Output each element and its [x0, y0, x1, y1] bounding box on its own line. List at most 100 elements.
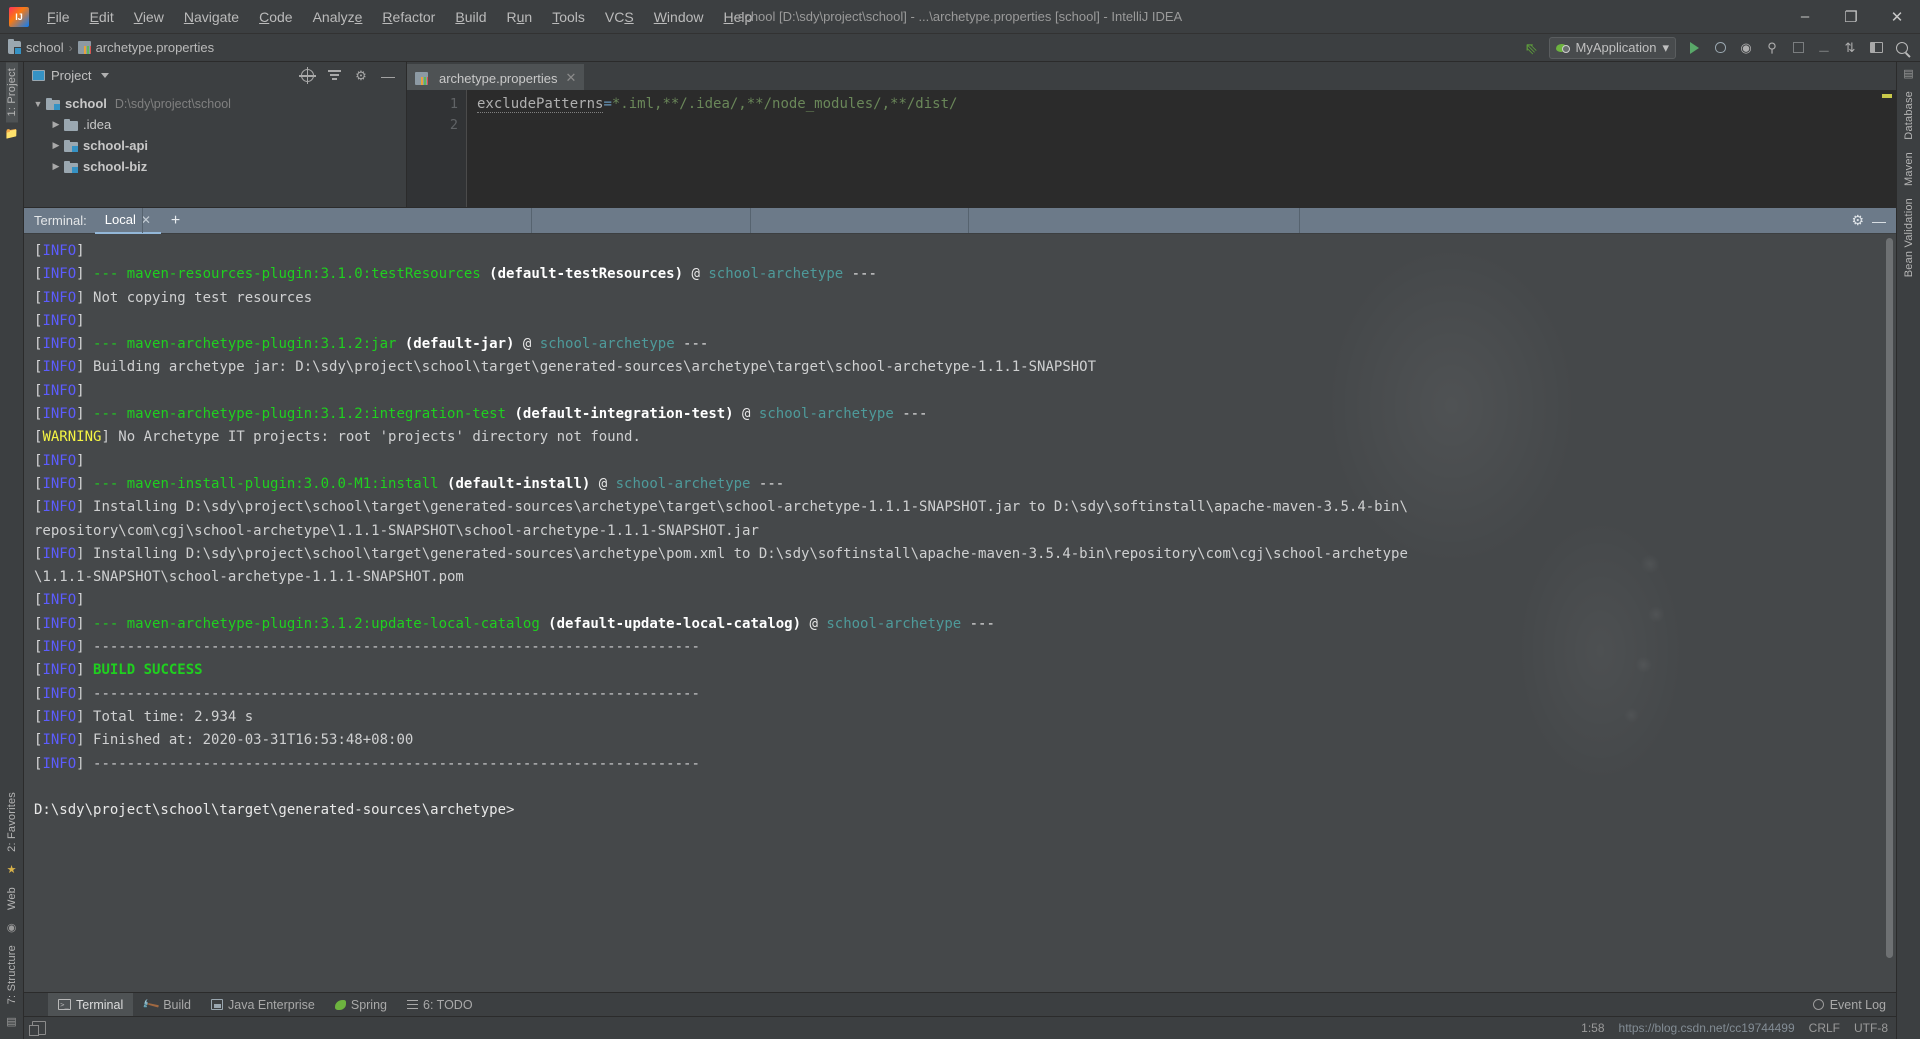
sidebar-item-favorites[interactable]: 2: Favorites	[6, 786, 18, 858]
database-top-icon[interactable]: ▤	[1903, 62, 1913, 85]
menu-file[interactable]: File	[37, 5, 80, 29]
search-everywhere-icon[interactable]	[1890, 37, 1914, 59]
profile-button[interactable]: ⚲	[1760, 37, 1784, 59]
editor-code[interactable]: excludePatterns=*.iml,**/.idea/,**/node_…	[467, 90, 1896, 207]
line-separator[interactable]: CRLF	[1809, 1021, 1840, 1035]
hide-panel-icon[interactable]: —	[1872, 213, 1886, 229]
run-with-coverage-button[interactable]: ◉	[1734, 37, 1758, 59]
window-controls: – ❐ ✕	[1782, 0, 1920, 33]
new-terminal-tab-button[interactable]: +	[161, 212, 190, 229]
tool-button-todo[interactable]: 6: TODO	[397, 993, 483, 1017]
attach-button[interactable]: ⚊	[1812, 37, 1836, 59]
project-panel-title[interactable]: Project	[32, 68, 110, 83]
menu-bar[interactable]: File Edit View Navigate Code Analyze Ref…	[37, 5, 762, 29]
menu-navigate[interactable]: Navigate	[174, 5, 249, 29]
menu-window[interactable]: Window	[644, 5, 714, 29]
project-title-label: Project	[51, 68, 92, 83]
sidebar-item-database[interactable]: Database	[1903, 85, 1915, 146]
terminal-output[interactable]: [INFO] [INFO] --- maven-resources-plugin:…	[24, 234, 1896, 992]
terminal-line: [INFO] Building archetype jar: D:\sdy\pr…	[34, 359, 1097, 376]
terminal-line: [INFO] ---------------------------------…	[34, 639, 700, 656]
sidebar-item-web[interactable]: Web	[6, 881, 18, 916]
debug-button[interactable]	[1708, 37, 1732, 59]
terminal-line: [INFO] ---------------------------------…	[34, 685, 700, 702]
breadcrumb-school[interactable]: school	[26, 40, 64, 55]
properties-file-icon	[77, 41, 91, 54]
menu-run[interactable]: Run	[497, 5, 543, 29]
twisty-icon[interactable]: ▶	[48, 161, 64, 172]
project-panel-header: Project ⚙ —	[24, 62, 406, 90]
properties-file-icon	[415, 71, 428, 85]
menu-code[interactable]: Code	[249, 5, 302, 29]
event-log-area[interactable]: Event Log	[1812, 998, 1896, 1012]
code-key: excludePatterns	[477, 96, 604, 113]
build-arrow-icon[interactable]: ⤊	[1519, 37, 1543, 59]
twisty-icon[interactable]: ▼	[30, 99, 46, 109]
tool-button-spring[interactable]: Spring	[325, 993, 397, 1017]
sidebar-item-bean-validation[interactable]: Bean Validation	[1903, 192, 1915, 283]
collapse-all-icon[interactable]	[322, 65, 346, 87]
terminal-tab-label: Local	[104, 212, 136, 227]
tree-node-school-biz[interactable]: ▶ school-biz	[24, 156, 406, 177]
update-project-icon[interactable]: ⇅	[1838, 37, 1862, 59]
run-configuration-selector[interactable]: MyApplication ▾	[1548, 36, 1676, 59]
close-icon[interactable]: ✕	[566, 70, 577, 86]
menu-build[interactable]: Build	[445, 5, 496, 29]
tree-node-idea[interactable]: ▶ .idea	[24, 114, 406, 135]
menu-view[interactable]: View	[124, 5, 174, 29]
java-enterprise-icon	[211, 999, 223, 1010]
sidebar-item-structure[interactable]: 7: Structure	[6, 939, 18, 1010]
sidebar-item-maven[interactable]: Maven	[1903, 146, 1915, 192]
terminal-tab-local[interactable]: Local ✕	[94, 208, 161, 234]
tool-button-label: Spring	[350, 997, 387, 1012]
terminal-header-separators	[24, 208, 1896, 233]
settings-gear-icon[interactable]: ⚙	[1851, 212, 1864, 229]
twisty-icon[interactable]: ▶	[48, 140, 64, 151]
tree-node-school[interactable]: ▼ school D:\sdy\project\school	[24, 93, 406, 114]
editor-body[interactable]: 12 excludePatterns=*.iml,**/.idea/,**/no…	[407, 90, 1896, 207]
close-button[interactable]: ✕	[1874, 0, 1920, 34]
menu-tools[interactable]: Tools	[542, 5, 595, 29]
toolbar-right: ⤊ MyApplication ▾ ◉ ⚲ ⚊ ⇅	[1519, 36, 1920, 59]
menu-vcs[interactable]: VCS	[595, 5, 644, 29]
tool-button-java-enterprise[interactable]: Java Enterprise	[201, 993, 325, 1017]
file-encoding[interactable]: UTF-8	[1854, 1021, 1888, 1035]
menu-help[interactable]: Help	[714, 5, 763, 29]
module-folder-icon	[64, 139, 78, 152]
stop-button[interactable]	[1786, 37, 1810, 59]
tool-button-terminal[interactable]: >_ Terminal	[48, 992, 134, 1017]
breadcrumb-separator: ›	[68, 40, 73, 55]
hide-panel-icon[interactable]: —	[376, 65, 400, 87]
maximize-button[interactable]: ❐	[1828, 0, 1874, 34]
project-tree[interactable]: ▼ school D:\sdy\project\school ▶ .idea ▶	[24, 90, 406, 177]
favorites-star-icon[interactable]: ★	[7, 858, 17, 881]
structure-icon[interactable]: ▤	[6, 1010, 16, 1033]
close-icon[interactable]: ✕	[141, 213, 151, 227]
breadcrumb-file[interactable]: archetype.properties	[96, 40, 215, 55]
minimize-button[interactable]: –	[1782, 0, 1828, 34]
leaf-icon	[334, 999, 346, 1010]
terminal-line: [INFO] --- maven-archetype-plugin:3.1.2:…	[34, 336, 709, 353]
tab-archetype-properties[interactable]: archetype.properties ✕	[407, 64, 585, 90]
layout-icon[interactable]	[1864, 37, 1888, 59]
code-equals: =	[603, 96, 612, 112]
hide-all-windows-icon[interactable]	[29, 1021, 46, 1036]
caret-position[interactable]: 1:58	[1581, 1021, 1604, 1035]
settings-gear-icon[interactable]: ⚙	[349, 65, 373, 87]
project-panel-actions: ⚙ —	[295, 65, 406, 87]
tree-node-school-api[interactable]: ▶ school-api	[24, 135, 406, 156]
twisty-icon[interactable]: ▶	[48, 119, 64, 130]
terminal-line: [INFO] BUILD SUCCESS	[34, 662, 203, 679]
scroll-from-source-icon[interactable]	[295, 65, 319, 87]
structure-folder-icon[interactable]: 📁	[5, 122, 19, 145]
web-globe-icon[interactable]: ◉	[7, 916, 17, 939]
module-folder-icon	[64, 160, 78, 173]
menu-analyze[interactable]: Analyze	[303, 5, 373, 29]
tool-button-build[interactable]: 🔨 Build	[133, 993, 201, 1017]
menu-refactor[interactable]: Refactor	[372, 5, 445, 29]
menu-edit[interactable]: Edit	[80, 5, 124, 29]
terminal-line: [INFO] Installing D:\sdy\project\school\…	[34, 499, 1408, 516]
sidebar-item-project[interactable]: 1: Project	[5, 62, 18, 123]
breadcrumb[interactable]: school › archetype.properties	[8, 39, 215, 55]
run-button[interactable]	[1682, 37, 1706, 59]
